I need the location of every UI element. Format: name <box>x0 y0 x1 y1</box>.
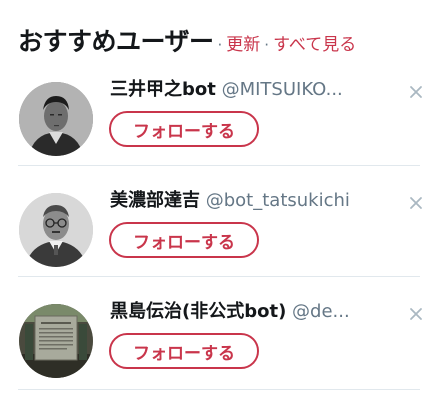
display-name: 黒島伝治(非公式bot) <box>110 301 287 322</box>
recommended-user-item: 美濃部達吉 @bot_tatsukichi フォローする <box>0 167 432 278</box>
follow-button[interactable]: フォローする <box>109 333 259 369</box>
recommended-user-item: 三井甲之bot @MITSUIKO... フォローする <box>0 56 432 167</box>
close-icon <box>410 308 422 320</box>
follow-button[interactable]: フォローする <box>109 222 259 258</box>
dismiss-button[interactable] <box>408 84 424 100</box>
avatar-image <box>19 82 93 156</box>
divider <box>18 389 420 390</box>
avatar[interactable] <box>19 193 93 267</box>
header-separator: · <box>217 36 223 54</box>
user-handle: @MITSUIKO... <box>221 79 343 100</box>
display-name: 三井甲之bot <box>110 79 216 100</box>
user-name-line[interactable]: 美濃部達吉 @bot_tatsukichi <box>110 187 392 215</box>
recommended-user-item: 黒島伝治(非公式bot) @de... フォローする <box>0 278 432 389</box>
dismiss-button[interactable] <box>408 195 424 211</box>
avatar-image <box>19 304 93 378</box>
who-to-follow-panel: おすすめユーザー · 更新 · すべて見る 三井甲之bot @MITSUIKO.… <box>0 0 432 407</box>
dismiss-button[interactable] <box>408 306 424 322</box>
close-icon <box>410 197 422 209</box>
header-separator: · <box>264 36 270 54</box>
divider <box>18 165 420 166</box>
follow-button[interactable]: フォローする <box>109 111 259 147</box>
divider <box>18 276 420 277</box>
refresh-link[interactable]: 更新 <box>226 30 260 55</box>
user-handle: @bot_tatsukichi <box>205 190 350 211</box>
avatar-image <box>19 193 93 267</box>
avatar[interactable] <box>19 82 93 156</box>
avatar[interactable] <box>19 304 93 378</box>
close-icon <box>410 86 422 98</box>
user-handle: @de... <box>292 301 350 322</box>
display-name: 美濃部達吉 <box>110 190 200 211</box>
panel-title: おすすめユーザー <box>18 27 214 56</box>
view-all-link[interactable]: すべて見る <box>273 30 356 55</box>
user-name-line[interactable]: 三井甲之bot @MITSUIKO... <box>110 76 392 104</box>
user-name-line[interactable]: 黒島伝治(非公式bot) @de... <box>110 298 392 326</box>
